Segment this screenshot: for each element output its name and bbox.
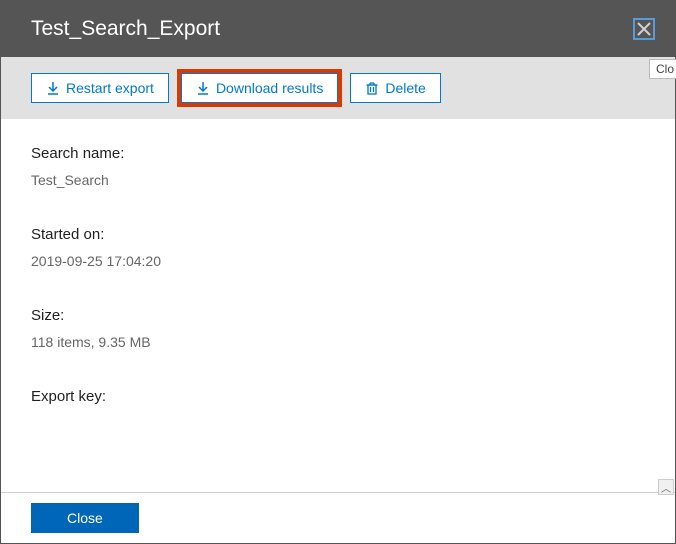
- size-label: Size:: [31, 307, 645, 324]
- footer-bar: Close: [1, 492, 675, 543]
- field-export-key: Export key:: [31, 388, 645, 405]
- close-icon: [637, 22, 651, 36]
- highlight-box: Download results: [177, 69, 342, 107]
- content-fade: [1, 468, 675, 492]
- tooltip-partial: Clo: [649, 59, 676, 79]
- download-icon: [196, 81, 210, 95]
- search-name-value: Test_Search: [31, 172, 645, 188]
- toolbar: Restart export Download results: [1, 57, 675, 119]
- trash-icon: [365, 81, 379, 95]
- dialog-title: Test_Search_Export: [31, 17, 220, 41]
- scroll-down-arrow[interactable]: ︿: [658, 479, 674, 495]
- close-button[interactable]: Close: [31, 503, 139, 533]
- search-name-label: Search name:: [31, 145, 645, 162]
- size-value: 118 items, 9.35 MB: [31, 334, 645, 350]
- field-size: Size: 118 items, 9.35 MB: [31, 307, 645, 350]
- started-on-value: 2019-09-25 17:04:20: [31, 253, 645, 269]
- started-on-label: Started on:: [31, 226, 645, 243]
- download-icon: [46, 81, 60, 95]
- title-bar: Test_Search_Export: [1, 1, 675, 57]
- content-area: Search name: Test_Search Started on: 201…: [1, 119, 675, 492]
- dialog-frame: Test_Search_Export Clo Restart export: [0, 0, 676, 544]
- download-results-label: Download results: [216, 80, 323, 96]
- field-started-on: Started on: 2019-09-25 17:04:20: [31, 226, 645, 269]
- export-key-label: Export key:: [31, 388, 645, 405]
- close-dialog-button[interactable]: [633, 18, 655, 40]
- restart-export-label: Restart export: [66, 80, 154, 96]
- delete-label: Delete: [385, 80, 425, 96]
- restart-export-button[interactable]: Restart export: [31, 73, 169, 103]
- field-search-name: Search name: Test_Search: [31, 145, 645, 188]
- download-results-button[interactable]: Download results: [181, 73, 338, 103]
- delete-button[interactable]: Delete: [350, 73, 440, 103]
